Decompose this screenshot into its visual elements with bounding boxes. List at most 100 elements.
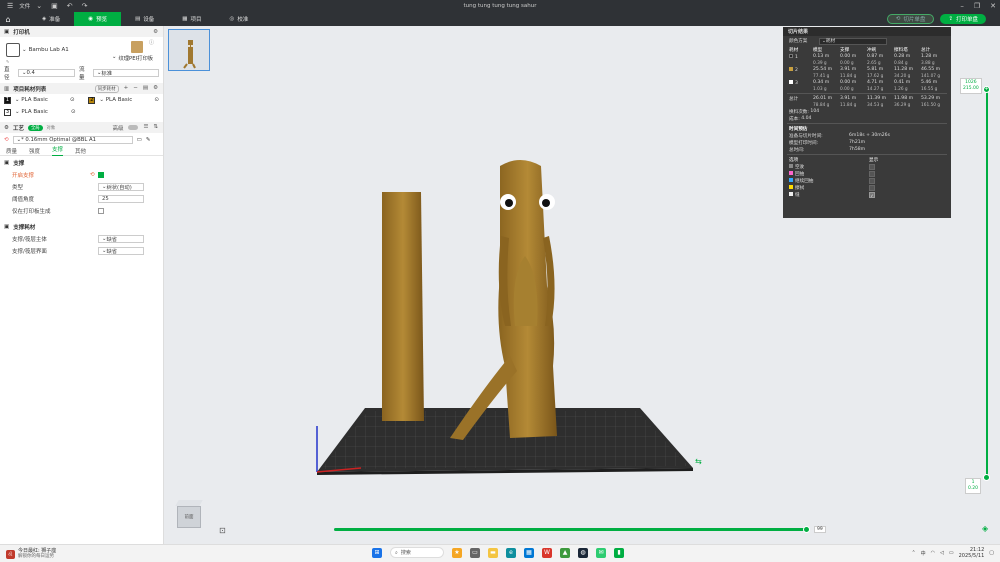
option-checkbox[interactable] [869, 170, 875, 177]
steam-icon[interactable]: ◍ [578, 547, 588, 558]
layer-bottom-handle[interactable] [983, 474, 990, 481]
edit-filament-icon[interactable]: ⊙ [154, 97, 159, 103]
info-icon[interactable]: ⓘ [149, 39, 154, 46]
support-interface-select[interactable]: ⌄ 缺省 [98, 247, 144, 255]
support-type-select[interactable]: ⌄ 树状(自动) [98, 183, 144, 191]
weather-widget[interactable]: ♌ 今日最红: 狮子座 解锁你的每日运势 [6, 548, 56, 560]
view-cube-front[interactable]: 前面 [177, 506, 201, 528]
layer-top-handle[interactable]: + [983, 86, 990, 93]
save-preset-icon[interactable]: ▭ [137, 137, 142, 143]
edit-preset-icon[interactable]: ✎ [146, 137, 151, 143]
model-figure [450, 160, 557, 440]
option-checkbox[interactable] [869, 177, 875, 184]
color-scheme-select[interactable]: ⌄ 耗材 [819, 37, 887, 45]
layer-slider-track[interactable] [986, 88, 988, 478]
object-toggle[interactable]: 对象 [47, 125, 56, 131]
tab-device[interactable]: ▤ 设备 [121, 12, 168, 26]
slice-plate-button[interactable]: ⟲ 切片单盘 [886, 14, 935, 24]
move-slider-handle[interactable] [803, 526, 810, 533]
fit-view-icon[interactable]: ⊡ [219, 526, 226, 535]
chevron-down-icon[interactable]: ⌄ [33, 2, 45, 10]
filament-chip[interactable]: 3 [4, 108, 11, 116]
undo-icon[interactable]: ↶ [64, 2, 76, 10]
battery-icon[interactable]: ▭ [949, 550, 954, 556]
option-checkbox[interactable]: ✓ [869, 191, 875, 198]
wifi-icon[interactable]: ◠ [931, 550, 935, 556]
file-menu[interactable]: 文件 [19, 2, 30, 10]
close-icon[interactable]: ✕ [990, 0, 996, 12]
wps-icon[interactable]: W [542, 547, 552, 558]
reset-icon[interactable]: ⟲ [90, 172, 95, 178]
task-view-icon[interactable]: ▭ [470, 547, 480, 558]
plate-type-selector[interactable]: ⌄ 纹理PEI打印板 [112, 54, 153, 62]
move-slider-value: 99 [814, 526, 826, 533]
flow-select[interactable]: ⌄ 标准 [92, 69, 159, 77]
settings-icon[interactable]: ⚙ [153, 85, 158, 93]
subtab-support[interactable]: 支撑 [52, 146, 64, 156]
windows-start-icon[interactable]: ⊞ [372, 547, 382, 558]
option-checkbox[interactable] [869, 163, 875, 170]
printer-edit-icon[interactable]: ✎ [6, 59, 9, 64]
widget-app-icon[interactable]: ★ [452, 547, 462, 558]
input-language[interactable]: 中 [921, 550, 926, 557]
edit-filament-icon[interactable]: ⊙ [71, 109, 76, 115]
3d-viewport[interactable]: ⇆ 切片结果 颜色方案 ⌄ 耗材 耗材 模型 支撑 冲刷 擦料塔 总计 1 0.1… [165, 26, 1000, 544]
printer-selector[interactable]: ⌄ Bambu Lab A1 [22, 47, 69, 53]
add-icon[interactable]: + [124, 85, 129, 93]
move-slider-track[interactable] [334, 528, 807, 531]
subtab-other[interactable]: 其他 [75, 147, 86, 155]
reset-icon[interactable]: ⟲ [4, 137, 9, 143]
option-travel: 空驶 [783, 163, 951, 170]
minimize-icon[interactable]: – [960, 0, 964, 12]
process-preset-select[interactable]: ⌄ * 0.16mm Optimal @BBL A1 [12, 135, 133, 144]
layers-icon[interactable]: ◈ [982, 524, 988, 533]
subtab-strength[interactable]: 强度 [29, 147, 40, 155]
layer-bottom-label: 1 0.20 [965, 478, 982, 494]
sync-filament-button[interactable]: 同步耗材 [94, 84, 119, 93]
filament-chip[interactable]: 2 [88, 96, 96, 104]
save-icon[interactable]: ▣ [48, 2, 61, 10]
store-icon[interactable]: ▦ [524, 547, 534, 558]
filament-chip[interactable]: 1 [4, 96, 11, 104]
support-base-select[interactable]: ⌄ 缺省 [98, 235, 144, 243]
hamburger-menu-icon[interactable]: ☰ [4, 2, 16, 10]
chevron-up-icon[interactable]: ⌃ [911, 550, 915, 556]
tab-preview[interactable]: ◉ 预览 [74, 12, 122, 26]
gear-icon[interactable]: ⚙ [153, 29, 158, 35]
view-cube[interactable]: 前面 [173, 496, 203, 528]
bambu-studio-icon[interactable]: ▮ [614, 547, 624, 558]
volume-icon[interactable]: ◁ [940, 550, 944, 556]
option-checkbox[interactable] [869, 184, 875, 191]
filament-name[interactable]: ⌄ PLA Basic [15, 97, 66, 103]
print-plate-button[interactable]: ⇪ 打印单盘 [940, 14, 986, 24]
nozzle-select[interactable]: ⌄ 0.4 [17, 69, 75, 77]
axis-gizmo-icon[interactable]: ⇆ [695, 457, 702, 466]
advanced-toggle[interactable] [128, 124, 139, 130]
file-explorer-icon[interactable]: ▬ [488, 547, 498, 558]
tab-calibrate[interactable]: ◎ 校准 [216, 12, 263, 26]
taskbar-search[interactable]: ⌕ 搜索 [390, 547, 444, 558]
app-icon[interactable]: ▲ [560, 547, 570, 558]
tab-project[interactable]: ▦ 项目 [168, 12, 215, 26]
subtab-quality[interactable]: 质量 [6, 147, 17, 155]
filament-name[interactable]: ⌄ PLA Basic [99, 97, 150, 103]
clock[interactable]: 21:12 2025/5/11 [959, 547, 985, 559]
edit-filament-icon[interactable]: ⊙ [70, 97, 75, 103]
tab-prepare[interactable]: ◈ 准备 [28, 12, 74, 26]
maximize-icon[interactable]: ❐ [974, 0, 980, 12]
enable-support-checkbox[interactable] [98, 172, 104, 178]
wechat-icon[interactable]: ✉ [596, 547, 606, 558]
filament-name[interactable]: ⌄ PLA Basic [15, 109, 67, 115]
edit-icon[interactable]: ▤ [143, 85, 148, 93]
home-icon[interactable]: ⌂ [0, 15, 16, 24]
list-icon[interactable]: ☰ [143, 124, 148, 132]
global-toggle[interactable]: 全局 [27, 124, 43, 131]
remove-icon[interactable]: − [133, 85, 138, 93]
edge-icon[interactable]: e [506, 547, 516, 558]
notification-icon[interactable]: ▢ [989, 550, 994, 556]
redo-icon[interactable]: ↷ [79, 2, 91, 10]
prime-tower [382, 192, 424, 421]
threshold-angle-input[interactable]: 25 [98, 195, 144, 203]
compare-icon[interactable]: ⇅ [153, 124, 158, 132]
build-plate-only-checkbox[interactable] [98, 208, 104, 214]
